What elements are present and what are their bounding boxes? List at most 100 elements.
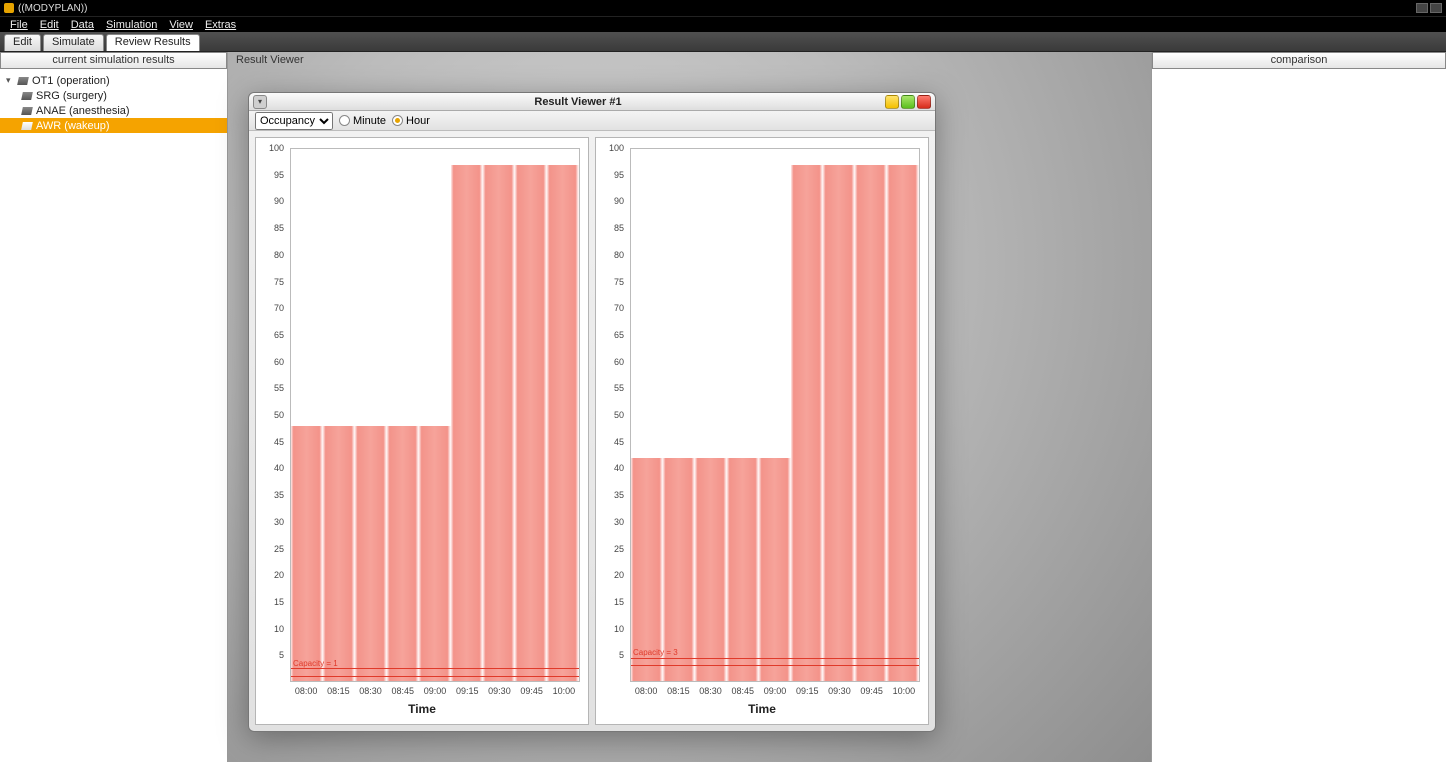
x-axis-label: Time [256,702,588,716]
result-viewer-toolbar: Occupancy Minute Hour [249,111,935,131]
y-tick: 60 [274,357,284,367]
y-tick: 50 [614,410,624,420]
bar [419,426,451,681]
chart-right: 5101520253035404550556065707580859095100… [595,137,929,725]
center-panel-header: Result Viewer [228,52,1151,68]
y-tick: 30 [274,517,284,527]
menu-view[interactable]: View [165,19,197,31]
y-tick: 10 [614,624,624,634]
x-tick: 10:00 [893,686,916,696]
menu-simulation[interactable]: Simulation [102,19,161,31]
y-tick: 75 [614,277,624,287]
y-tick: 60 [614,357,624,367]
menu-edit[interactable]: Edit [36,19,63,31]
x-tick: 09:30 [488,686,511,696]
y-tick: 35 [274,490,284,500]
right-panel: comparison [1152,52,1446,762]
tree-root[interactable]: ▾ OT1 (operation) [0,73,227,88]
result-viewer-window[interactable]: ▾ Result Viewer #1 Occupancy Minute Hour [248,92,936,732]
inner-close-button[interactable] [917,95,931,109]
y-tick: 20 [274,570,284,580]
y-tick: 45 [614,437,624,447]
menu-extras[interactable]: Extras [201,19,240,31]
x-tick: 08:30 [359,686,382,696]
bar [483,165,515,681]
result-viewer-titlebar[interactable]: ▾ Result Viewer #1 [249,93,935,111]
mode-tabs: Edit Simulate Review Results [0,32,1446,52]
bar [759,458,791,681]
bar [887,165,919,681]
radio-hour[interactable]: Hour [392,115,430,127]
inner-maximize-button[interactable] [901,95,915,109]
plot-area: Capacity = 3 [630,148,920,682]
y-tick: 90 [614,196,624,206]
tab-edit[interactable]: Edit [4,34,41,51]
menubar: File Edit Data Simulation View Extras [0,16,1446,32]
bar [727,458,759,681]
app-icon [4,3,14,13]
y-tick: 85 [274,223,284,233]
bar [855,165,887,681]
tree-item-label: SRG (surgery) [36,90,107,102]
menu-file[interactable]: File [6,19,32,31]
window-title: ((MODYPLAN)) [18,3,87,14]
y-tick: 40 [614,463,624,473]
bar [791,165,823,681]
tab-simulate[interactable]: Simulate [43,34,104,51]
radio-hour-label: Hour [406,115,430,127]
minimize-button[interactable] [1416,3,1428,13]
x-tick: 08:15 [327,686,350,696]
center-panel: Result Viewer ▾ Result Viewer #1 Occupan… [228,52,1152,762]
y-tick: 85 [614,223,624,233]
chart-left: 5101520253035404550556065707580859095100… [255,137,589,725]
y-tick: 5 [279,650,284,660]
y-tick: 35 [614,490,624,500]
metric-select[interactable]: Occupancy [255,112,333,130]
radio-minute[interactable]: Minute [339,115,386,127]
x-tick: 08:00 [635,686,658,696]
y-tick: 15 [614,597,624,607]
y-tick: 75 [274,277,284,287]
tab-review-results[interactable]: Review Results [106,34,200,51]
bar [823,165,855,681]
bar [547,165,579,681]
tree-item-srg[interactable]: SRG (surgery) [0,88,227,103]
inner-minimize-button[interactable] [885,95,899,109]
y-tick: 40 [274,463,284,473]
tree-item-anae[interactable]: ANAE (anesthesia) [0,103,227,118]
x-axis-label: Time [596,702,928,716]
bar [355,426,387,681]
left-panel: current simulation results ▾ OT1 (operat… [0,52,228,762]
x-tick: 08:30 [699,686,722,696]
tree-item-awr[interactable]: AWR (wakeup) [0,118,227,133]
tree-item-label: AWR (wakeup) [36,120,110,132]
y-tick: 100 [269,143,284,153]
x-tick: 08:15 [667,686,690,696]
x-tick: 09:30 [828,686,851,696]
x-tick: 09:45 [520,686,543,696]
capacity-label: Capacity = 1 [293,659,338,668]
bar [323,426,355,681]
dropdown-toggle-icon[interactable]: ▾ [253,95,267,109]
plot-area: Capacity = 1 [290,148,580,682]
y-tick: 65 [274,330,284,340]
y-tick: 95 [614,170,624,180]
capacity-line [631,665,919,666]
layer-icon [17,77,29,85]
right-panel-header: comparison [1152,52,1446,69]
x-tick: 09:45 [860,686,883,696]
y-tick: 80 [614,250,624,260]
layer-icon [21,92,33,100]
tree-expand-icon[interactable]: ▾ [6,75,14,86]
maximize-button[interactable] [1430,3,1442,13]
y-tick: 70 [274,303,284,313]
y-tick: 90 [274,196,284,206]
window-titlebar: ((MODYPLAN)) [0,0,1446,16]
tree-root-label: OT1 (operation) [32,75,110,87]
bar [451,165,483,681]
results-tree[interactable]: ▾ OT1 (operation) SRG (surgery) ANAE (an… [0,69,227,133]
x-tick: 08:00 [295,686,318,696]
y-tick: 10 [274,624,284,634]
y-tick: 5 [619,650,624,660]
menu-data[interactable]: Data [67,19,98,31]
